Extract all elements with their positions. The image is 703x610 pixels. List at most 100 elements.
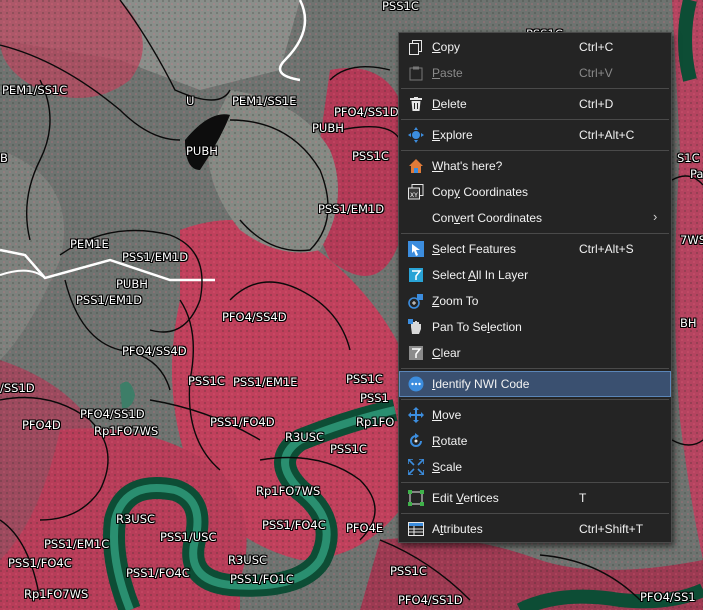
map-label: Pa bbox=[690, 167, 703, 181]
menu-item-label: Paste bbox=[432, 66, 463, 80]
menu-item-zoom-to[interactable]: Zoom To bbox=[399, 288, 671, 314]
map-label: PEM1/SS1C bbox=[2, 83, 68, 97]
menu-item-scale[interactable]: Scale bbox=[399, 454, 671, 480]
menu-separator bbox=[401, 513, 669, 514]
menu-item-convert-coordinates[interactable]: Convert Coordinates › bbox=[399, 205, 671, 231]
menu-separator bbox=[401, 233, 669, 234]
map-label: PSS1/EM1D bbox=[318, 202, 385, 216]
menu-item-shortcut: Ctrl+Shift+T bbox=[579, 522, 644, 536]
map-label: PSS1C bbox=[346, 372, 383, 386]
identify-icon bbox=[408, 376, 424, 392]
menu-item-label: Select All In Layer bbox=[432, 268, 529, 282]
menu-item-label: Zoom To bbox=[432, 294, 479, 308]
scale-icon bbox=[408, 459, 424, 475]
menu-item-identify-nwi-code[interactable]: Identify NWI Code bbox=[399, 371, 671, 397]
map-label: PSS1C bbox=[382, 0, 419, 13]
menu-item-paste[interactable]: Paste Ctrl+V bbox=[399, 60, 671, 86]
menu-separator bbox=[401, 399, 669, 400]
menu-separator bbox=[401, 119, 669, 120]
submenu-arrow-icon: › bbox=[653, 209, 658, 224]
map-label: PFO4/SS1 bbox=[640, 590, 696, 604]
map-label: PFO4/SS4D bbox=[222, 310, 287, 324]
map-label: PSS1/FO4C bbox=[126, 566, 190, 580]
map-label: PUBH bbox=[186, 144, 218, 158]
move-icon bbox=[408, 407, 424, 423]
menu-item-label: Convert Coordinates bbox=[432, 211, 543, 225]
select-features-icon bbox=[408, 241, 424, 257]
clear-icon bbox=[408, 345, 424, 361]
menu-item-copy[interactable]: Copy Ctrl+C bbox=[399, 34, 671, 60]
pan-to-icon bbox=[408, 319, 424, 335]
map-label: PSS1/EM1D bbox=[122, 250, 189, 264]
copy-coordinates-icon: XY bbox=[408, 184, 424, 200]
map-label: B bbox=[0, 151, 8, 165]
menu-item-shortcut: Ctrl+C bbox=[579, 40, 614, 54]
menu-item-label: Pan To Selection bbox=[432, 320, 522, 334]
map-label: PSS1/FO1C bbox=[230, 572, 294, 586]
menu-item-explore[interactable]: Explore Ctrl+Alt+C bbox=[399, 122, 671, 148]
whats-here-icon bbox=[408, 158, 424, 174]
menu-item-delete[interactable]: Delete Ctrl+D bbox=[399, 91, 671, 117]
paste-icon bbox=[408, 65, 424, 81]
menu-item-rotate[interactable]: Rotate bbox=[399, 428, 671, 454]
delete-icon bbox=[408, 96, 424, 112]
menu-item-whats-here[interactable]: What's here? bbox=[399, 153, 671, 179]
menu-item-shortcut: Ctrl+Alt+C bbox=[579, 128, 635, 142]
map-label: PEM1/SS1E bbox=[232, 94, 297, 108]
map-label: PSS1C bbox=[188, 374, 225, 388]
menu-item-label: Identify NWI Code bbox=[432, 377, 530, 391]
menu-item-label: Delete bbox=[432, 97, 467, 111]
menu-item-label: Attributes bbox=[432, 522, 483, 536]
menu-item-copy-coordinates[interactable]: XY Copy Coordinates bbox=[399, 179, 671, 205]
map-label: PSS1C bbox=[330, 442, 367, 456]
menu-separator bbox=[401, 88, 669, 89]
menu-item-edit-vertices[interactable]: Edit Vertices T bbox=[399, 485, 671, 511]
map-label: PSS1C bbox=[352, 149, 389, 163]
map-label: U bbox=[186, 94, 195, 108]
map-label: PSS1/FO4C bbox=[8, 556, 72, 570]
map-label: Rp1FO7WS bbox=[24, 587, 89, 601]
map-label: PFO4D bbox=[22, 418, 61, 432]
svg-text:XY: XY bbox=[410, 192, 418, 199]
menu-item-select-all-in-layer[interactable]: Select All In Layer bbox=[399, 262, 671, 288]
map-label: Rp1FO7WS bbox=[256, 484, 321, 498]
menu-item-label: What's here? bbox=[432, 159, 503, 173]
zoom-to-icon bbox=[408, 293, 424, 309]
menu-item-label: Edit Vertices bbox=[432, 491, 499, 505]
map-label: PSS1/FO4C bbox=[262, 518, 326, 532]
map-label: PSS1 bbox=[360, 391, 389, 405]
explore-icon bbox=[408, 127, 424, 143]
menu-item-label: Copy Coordinates bbox=[432, 185, 529, 199]
menu-item-shortcut: T bbox=[579, 491, 587, 505]
menu-item-pan-to-selection[interactable]: Pan To Selection bbox=[399, 314, 671, 340]
map-label: PFO4/SS4D bbox=[122, 344, 187, 358]
map-label: R3USC bbox=[285, 430, 325, 444]
map-label: PSS1/EM1C bbox=[44, 537, 110, 551]
map-label: PSS1/FO4D bbox=[210, 415, 275, 429]
menu-item-label: Clear bbox=[432, 346, 461, 360]
map-label: PFO4/SS1D bbox=[398, 593, 463, 607]
menu-item-move[interactable]: Move bbox=[399, 402, 671, 428]
menu-item-select-features[interactable]: Select Features Ctrl+Alt+S bbox=[399, 236, 671, 262]
map-label: Rp1FO bbox=[356, 415, 395, 429]
map-label: PSS1/USC bbox=[160, 530, 217, 544]
map-label: PSS1/EM1D bbox=[76, 293, 143, 307]
menu-item-shortcut: Ctrl+D bbox=[579, 97, 614, 111]
map-label: PFO4/SS1D bbox=[334, 105, 399, 119]
map-label: PUBH bbox=[116, 277, 148, 291]
map-label: PFO4/SS1D bbox=[80, 407, 145, 421]
copy-icon bbox=[408, 39, 424, 55]
menu-item-label: Move bbox=[432, 408, 462, 422]
select-all-icon bbox=[408, 267, 424, 283]
map-label: PFO4E bbox=[346, 521, 384, 535]
map-label: /SS1D bbox=[0, 381, 35, 395]
map-label: PEM1E bbox=[70, 237, 109, 251]
menu-item-shortcut: Ctrl+Alt+S bbox=[579, 242, 634, 256]
menu-item-label: Scale bbox=[432, 460, 463, 474]
rotate-icon bbox=[408, 433, 424, 449]
edit-vertices-icon bbox=[408, 490, 424, 506]
map-label: 7WS bbox=[680, 233, 703, 247]
map-label: PSS1/EM1E bbox=[233, 375, 298, 389]
menu-item-attributes[interactable]: Attributes Ctrl+Shift+T bbox=[399, 516, 671, 542]
menu-item-clear[interactable]: Clear bbox=[399, 340, 671, 366]
